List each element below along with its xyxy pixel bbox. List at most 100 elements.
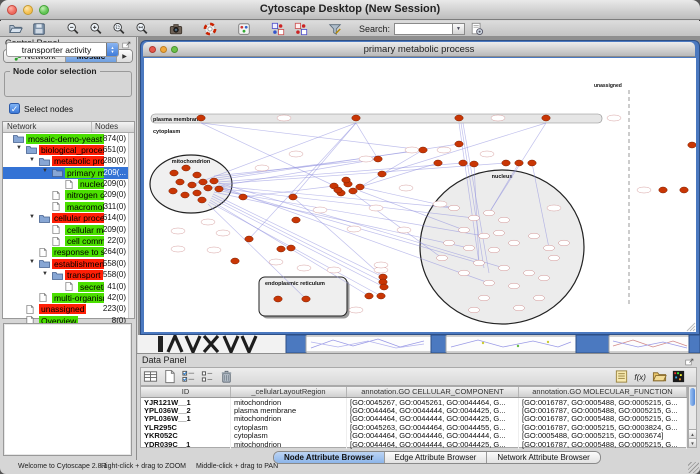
tree-header-network[interactable]: Network [3,122,92,132]
tree-item[interactable]: ▼biological_process651(0) [3,144,134,155]
network-view-window[interactable]: primary metabolic process plasma membran… [140,40,700,335]
attribute-table[interactable]: ID_cellularLayoutRegionannotation.GO CEL… [140,386,688,448]
expander-icon[interactable]: ▼ [16,145,22,151]
network-node[interactable] [342,177,350,183]
network-node[interactable] [419,147,427,153]
network-node[interactable] [239,194,247,200]
expander-icon[interactable]: ▼ [29,157,35,163]
new-doc-icon[interactable] [160,368,179,385]
annotation-b-button[interactable] [289,21,312,36]
float-panel-icon[interactable] [121,38,132,49]
network-node[interactable] [181,192,189,198]
network-node[interactable] [170,170,178,176]
network-node[interactable] [349,188,357,194]
network-node[interactable] [528,160,536,166]
network-node[interactable] [515,160,523,166]
tree-scrollbar[interactable] [128,133,134,318]
network-node[interactable] [470,161,478,167]
network-edge[interactable] [201,123,423,150]
open-button[interactable] [4,21,27,36]
network-node[interactable] [455,115,463,121]
attr-list-icon[interactable] [198,368,217,385]
vizmapper-button[interactable] [232,21,255,36]
column-header[interactable]: annotation.GO MOLECULAR_FUNCTION [519,387,687,397]
network-node[interactable] [274,296,282,302]
tree-item[interactable]: secretion41(0) [3,281,134,292]
network-node[interactable] [197,115,205,121]
tree-item[interactable]: ▼transport558(0) [3,270,134,281]
search-settings-button[interactable] [465,21,488,36]
network-edge[interactable] [211,198,384,287]
network-node[interactable] [542,115,550,121]
network-edge[interactable] [249,123,356,239]
network-node[interactable] [169,188,177,194]
network-node[interactable] [231,258,239,264]
table-row[interactable]: YDR039C__1mitochondrion[GO:0044464, GO:0… [141,440,687,448]
node-color-dropdown[interactable]: transporter activity ▲▼ [6,42,119,57]
tab-edge-attribute-browser[interactable]: Edge Attribute Browser [385,452,488,463]
network-node[interactable] [215,186,223,192]
matrix-icon[interactable] [669,368,688,385]
search-dropdown-arrow[interactable]: ▼ [452,23,465,35]
network-node[interactable] [334,187,342,193]
column-header[interactable]: _cellularLayoutRegion [231,387,347,397]
network-node[interactable] [378,171,386,177]
expander-icon[interactable]: ▼ [42,168,48,174]
network-node[interactable] [356,184,364,190]
tree-item[interactable]: ▼metabolic process280(0) [3,156,134,167]
network-edge[interactable] [356,123,378,159]
select-nodes-checkbox[interactable]: ✓ [9,103,20,114]
save-button[interactable] [27,21,50,36]
notes-icon[interactable] [612,368,631,385]
network-node[interactable] [245,236,253,242]
network-node[interactable] [292,217,300,223]
network-canvas[interactable]: plasma membranecytoplasmnucleusmitochond… [144,58,696,332]
annotation-a-button[interactable] [266,21,289,36]
tree-item[interactable]: macromolecule311(0) [3,201,134,212]
tab-network-attribute-browser[interactable]: Network Attribute Browser [487,452,599,463]
network-window-titlebar[interactable]: primary metabolic process [143,42,695,57]
network-node[interactable] [176,179,184,185]
scroll-down-button[interactable]: ▼ [689,438,696,447]
network-node[interactable] [210,178,218,184]
column-header[interactable]: ID [141,387,231,397]
network-node[interactable] [352,115,360,121]
table-icon[interactable] [141,368,160,385]
tree-item[interactable]: mosaic-demo-yeast874(0) [3,133,134,144]
tree-item[interactable]: cellular metabo209(0) [3,224,134,235]
network-node[interactable] [188,182,196,188]
tree-item[interactable]: unassigned223(0) [3,304,134,315]
table-scrollbar[interactable]: ▲ ▼ [688,386,697,448]
network-node[interactable] [374,156,382,162]
float-panel-icon[interactable] [684,355,695,366]
expander-icon[interactable]: ▼ [42,271,48,277]
search-input[interactable] [394,23,452,35]
network-node[interactable] [277,246,285,252]
network-node[interactable] [193,190,201,196]
resize-grip[interactable] [688,462,699,473]
zoom-in-button[interactable] [84,21,107,36]
tree-item[interactable]: ▼establishment of lo558(0) [3,258,134,269]
tree-item[interactable]: nucleobase-209(0) [3,179,134,190]
delete-icon[interactable] [217,368,236,385]
zoom-out-button[interactable] [61,21,84,36]
tree-item[interactable]: nitrogen compo209(0) [3,190,134,201]
network-node[interactable] [182,165,190,171]
network-node[interactable] [455,141,463,147]
load-icon[interactable] [650,368,669,385]
birds-eye-view[interactable] [3,323,132,456]
network-node[interactable] [302,296,310,302]
scrollbar-thumb[interactable] [690,388,695,406]
network-edge[interactable] [208,159,378,188]
tree-item[interactable]: multi-organism pro42(0) [3,292,134,303]
network-node[interactable] [377,293,385,299]
network-node[interactable] [287,245,295,251]
tree-item[interactable]: ▼cellular process614(0) [3,213,134,224]
column-header[interactable]: annotation.GO CELLULAR_COMPONENT [347,387,519,397]
snapshot-button[interactable] [164,21,187,36]
network-node[interactable] [193,172,201,178]
tree-item[interactable]: ▼primary metabolic209(... [3,167,134,178]
network-node[interactable] [198,197,206,203]
help-button[interactable] [198,21,221,36]
network-node[interactable] [680,187,688,193]
